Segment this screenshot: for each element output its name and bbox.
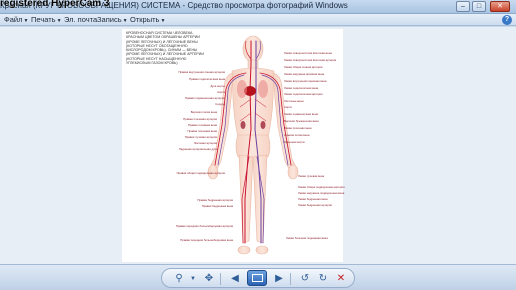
next-icon[interactable]: ▶ xyxy=(272,273,286,285)
label-left: Правая бедренная вена xyxy=(201,204,233,208)
label-right: Аорта xyxy=(284,105,292,109)
label-left: Ладонная артериальная дуга xyxy=(178,147,217,151)
label-left: Правая бедренная артерия xyxy=(197,198,233,202)
label-right: Левая подключичная артерия xyxy=(284,92,323,96)
chevron-down-icon: ▼ xyxy=(23,18,29,24)
title-bar: Красная (КРУГ КРОВООБРАЩЕНИЯ) СИСТЕМА - … xyxy=(0,0,516,14)
label-left: Правая передняя большеберцовая артерия xyxy=(175,224,233,228)
label-right: Брюшная аорта xyxy=(284,140,305,144)
chevron-down-icon[interactable]: ▼ xyxy=(186,273,200,285)
image-viewer: КРОВЕНОСНАЯ СИСТЕМА ЧЕЛОВЕКА. КРАСНЫМ ЦВ… xyxy=(0,27,516,264)
label-right: Левая наружная яремная вена xyxy=(284,72,325,76)
menu-print[interactable]: Печать▼ xyxy=(31,15,62,24)
label-right: Левая поверхностная височная вена xyxy=(284,51,332,55)
label-left: Дуга аорты xyxy=(210,84,225,88)
slideshow-icon xyxy=(252,274,263,282)
label-left: Верхняя полая вена xyxy=(190,110,217,114)
label-left: Правая подмышечная артерия xyxy=(184,96,225,100)
label-right: Левая общая сонная артерия xyxy=(284,65,323,69)
recorder-watermark: registered HyperCam 3 xyxy=(0,0,110,9)
close-button[interactable]: ✕ xyxy=(490,1,510,12)
minimize-button[interactable]: – xyxy=(456,1,470,12)
menu-open[interactable]: Открыть▼ xyxy=(130,15,165,24)
label-right: Левая подмышечная вена xyxy=(284,112,318,116)
label-right: Левая поверхностная височная артерия xyxy=(284,58,337,62)
delete-icon[interactable]: ✕ xyxy=(334,273,348,285)
chevron-down-icon: ▼ xyxy=(56,18,62,24)
rotate-left-icon[interactable]: ↺ xyxy=(298,273,312,285)
slideshow-button[interactable] xyxy=(247,270,267,286)
label-left: Правая подключичная вена xyxy=(189,77,225,81)
toolbar-separator xyxy=(220,273,221,285)
menu-burn[interactable]: Запись▼ xyxy=(97,15,128,24)
maximize-button[interactable]: □ xyxy=(472,1,486,12)
label-left: Аорта xyxy=(217,90,225,94)
menu-email[interactable]: Эл. почта xyxy=(64,15,97,24)
label-right: Левая большая подкожная вена xyxy=(286,236,328,240)
label-left: Правая плечевая вена xyxy=(187,129,217,133)
label-right: Левая почечная вена xyxy=(284,126,312,130)
toolbar-separator xyxy=(290,273,291,285)
chevron-down-icon: ▼ xyxy=(160,18,166,24)
menu-file[interactable]: Файл▼ xyxy=(4,15,28,24)
previous-icon[interactable]: ◀ xyxy=(228,273,242,285)
toolbar-controls: ⚲ ▼ ✥ ◀ ▶ ↺ ↻ ✕ xyxy=(161,268,355,288)
label-left: Правая передняя большеберцовая вена xyxy=(180,238,233,242)
command-bar: Файл▼ Печать▼ Эл. почта Запись▼ Открыть▼… xyxy=(0,14,516,26)
label-left: Локтевая артерия xyxy=(193,141,217,145)
navigation-toolbar: ⚲ ▼ ✥ ◀ ▶ ↺ ↻ ✕ xyxy=(0,264,516,290)
fit-icon[interactable]: ✥ xyxy=(202,273,216,285)
label-left: Правая головная вена xyxy=(187,123,217,127)
chevron-down-icon: ▼ xyxy=(122,18,128,24)
label-left: Сердце xyxy=(215,102,225,106)
help-icon[interactable]: ? xyxy=(502,15,512,25)
label-right: Легочные вены xyxy=(284,99,304,103)
rotate-right-icon[interactable]: ↻ xyxy=(316,273,330,285)
label-right: Левая наружная подвздошная вена xyxy=(298,191,345,195)
label-right: Левая бедренная вена xyxy=(298,197,328,201)
displayed-image: КРОВЕНОСНАЯ СИСТЕМА ЧЕЛОВЕКА. КРАСНЫМ ЦВ… xyxy=(122,29,345,262)
label-left: Правая лучевая артерия xyxy=(184,135,217,139)
label-right: Левая внутренняя яремная вена xyxy=(284,79,327,83)
label-right: Нижняя полая вена xyxy=(284,133,310,137)
label-left: Правая внутренняя сонная артерия xyxy=(178,70,225,74)
zoom-icon[interactable]: ⚲ xyxy=(172,273,186,285)
label-right: Левая общая подвздошная артерия xyxy=(298,185,345,189)
label-right: Левая бедренная артерия xyxy=(298,203,332,207)
label-left: Правая плечевая артерия xyxy=(183,117,217,121)
label-right: Левая лучевая вена xyxy=(298,174,325,178)
label-right: Верхняя брыжеечная вена xyxy=(284,119,319,123)
label-right: Левая подключичная вена xyxy=(284,86,319,90)
label-left: Правая общая подвздошная артерия xyxy=(176,171,225,175)
